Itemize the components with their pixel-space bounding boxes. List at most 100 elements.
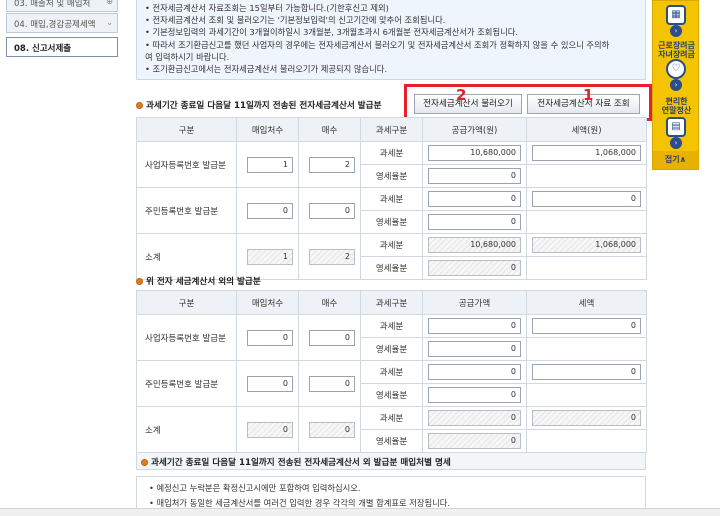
- zero-rate-label: 영세율분: [360, 210, 423, 234]
- supply-amount-input[interactable]: 0: [428, 318, 521, 334]
- column-header: 매입처수: [236, 290, 299, 315]
- heart-icon[interactable]: ♡: [666, 59, 686, 79]
- left-navigation: 03. 매출처 및 매입처 ⊕ 04. 매입,경감공제세액 ⌄ 08. 신고서제…: [0, 0, 124, 516]
- notice-line: 전자세금계산서 자료조회는 15일부터 가능합니다.(기한후신고 제외): [145, 2, 645, 14]
- bullet-icon: [141, 459, 148, 466]
- supply-amount-input[interactable]: 10,680,000: [428, 145, 521, 161]
- notice-line: 따라서 조기환급신고를 했던 사업자의 경우에는 전자세금계산서 불러오기 및 …: [145, 39, 645, 51]
- tax-amount-input[interactable]: 0: [532, 364, 641, 380]
- nav-item-label: 08. 신고서제출: [14, 44, 72, 54]
- nav-item-deduction[interactable]: 04. 매입,경감공제세액 ⌄: [6, 13, 118, 33]
- nav-item-label: 04. 매입,경감공제세액: [14, 20, 96, 30]
- table-row: 사업자등록번호 발급분 1 2 과세분 10,680,000 1,068,000: [136, 141, 647, 188]
- notice-line: 전자세금계산서 조회 및 불러오기는 '기본정보입력'의 신고기간에 맞추어 조…: [145, 14, 645, 26]
- fold-button[interactable]: 접기∧: [653, 151, 698, 169]
- table-row: 주민등록번호 발급분 0 0 과세분 0 0: [136, 360, 647, 407]
- column-header: 공급가액: [422, 290, 527, 315]
- load-invoice-button[interactable]: 전자세금계산서 불러오기: [414, 94, 522, 114]
- calculator-icon[interactable]: ▦: [666, 5, 686, 25]
- tax-amount-input[interactable]: 0: [532, 318, 641, 334]
- nav-item-sales-purchase[interactable]: 03. 매출처 및 매입처 ⊕: [6, 0, 118, 12]
- row-label: 사업자등록번호 발급분: [136, 314, 237, 361]
- zero-rate-supply-readonly: 0: [428, 260, 521, 276]
- supply-amount-readonly: 0: [428, 410, 521, 426]
- nav-item-submit[interactable]: 08. 신고서제출: [6, 37, 118, 57]
- zero-rate-supply-input[interactable]: 0: [428, 387, 521, 403]
- sheet-count-input[interactable]: 0: [309, 329, 355, 346]
- chevron-down-icon: ⌄: [106, 18, 113, 27]
- arrow-right-icon[interactable]: ›: [670, 25, 682, 37]
- tax-type-label: 과세분: [360, 406, 423, 430]
- table-row: 주민등록번호 발급분 0 0 과세분 0 0: [136, 187, 647, 234]
- tax-type-label: 과세분: [360, 314, 423, 338]
- table-header-row: 구분 매입처수 매수 과세구분 공급가액 세액: [136, 290, 647, 315]
- zero-rate-supply-input[interactable]: 0: [428, 168, 521, 184]
- notice-line: 여 입력하시기 바랍니다.: [145, 51, 230, 62]
- electronic-invoice-table: 구분 매입처수 매수 과세구분 공급가액(원) 세액(원) 사업자등록번호 발급…: [136, 117, 647, 280]
- document-icon[interactable]: ▤: [666, 117, 686, 137]
- supply-amount-input[interactable]: 0: [428, 191, 521, 207]
- tax-type-label: 과세분: [360, 233, 423, 257]
- table-header-row: 구분 매입처수 매수 과세구분 공급가액(원) 세액(원): [136, 117, 647, 142]
- purchaser-count-readonly: 0: [247, 421, 293, 438]
- supply-amount-input[interactable]: 0: [428, 364, 521, 380]
- column-header: 공급가액(원): [422, 117, 527, 142]
- section-title-purchaser-details: 과세기간 종료일 다음달 11일까지 전송된 전자세금계산서 외 발급분 매입처…: [136, 452, 646, 470]
- sheet-count-readonly: 2: [309, 248, 355, 265]
- notice-line: 기본정보입력의 과세기간이 3개월이하일시 3개월분, 3개월초과시 6개월분 …: [145, 26, 645, 38]
- bullet-icon: [136, 102, 143, 109]
- zero-rate-supply-input[interactable]: 0: [428, 214, 521, 230]
- zero-rate-label: 영세율분: [360, 164, 423, 188]
- settlement-label-2[interactable]: 연말정산: [653, 106, 700, 115]
- sheet-count-input[interactable]: 2: [309, 156, 355, 173]
- tax-amount-readonly: 1,068,000: [532, 237, 641, 253]
- settlement-label-1[interactable]: 편리한: [653, 97, 700, 106]
- zero-rate-label: 영세율분: [360, 429, 423, 453]
- sheet-count-input[interactable]: 0: [309, 202, 355, 219]
- purchaser-count-input[interactable]: 0: [247, 202, 293, 219]
- tax-amount-input[interactable]: 1,068,000: [532, 145, 641, 161]
- tax-type-label: 과세분: [360, 141, 423, 165]
- arrow-right-icon[interactable]: ›: [670, 79, 682, 91]
- zero-rate-supply-readonly: 0: [428, 433, 521, 449]
- purchaser-count-input[interactable]: 0: [247, 375, 293, 392]
- table-row: 사업자등록번호 발급분 0 0 과세분 0 0: [136, 314, 647, 361]
- tax-type-label: 과세분: [360, 187, 423, 211]
- sheet-count-readonly: 0: [309, 421, 355, 438]
- row-label: 소계: [136, 406, 237, 453]
- annotation-number-2: 2: [456, 86, 467, 104]
- section-title-text: 과세기간 종료일 다음달 11일까지 전송된 전자세금계산서 외 발급분 매입처…: [151, 458, 451, 468]
- tax-amount-input[interactable]: 0: [532, 191, 641, 207]
- nav-item-label: 03. 매출처 및 매입처: [14, 0, 91, 9]
- row-label: 사업자등록번호 발급분: [136, 141, 237, 188]
- section-title-text: 과세기간 종료일 다음달 11일까지 전송된 전자세금계산서 발급분: [146, 101, 382, 111]
- right-quick-panel: ▦ › 근로장려금 자녀장려금 ♡ › 편리한 연말정산 ▤ › 접기∧: [652, 0, 699, 170]
- refund-link-label[interactable]: 근로장려금 자녀장려금: [653, 41, 700, 59]
- table-row: 소계 1 2 과세분 10,680,000 1,068,000: [136, 233, 647, 280]
- bullet-icon: [136, 278, 143, 285]
- column-header: 매수: [298, 117, 361, 142]
- column-header: 구분: [136, 290, 237, 315]
- zero-rate-label: 영세율분: [360, 383, 423, 407]
- section-title-text: 위 전자 세금계산서 외의 발급분: [146, 277, 261, 287]
- sheet-count-input[interactable]: 0: [309, 375, 355, 392]
- row-label: 주민등록번호 발급분: [136, 360, 237, 407]
- arrow-right-icon[interactable]: ›: [670, 137, 682, 149]
- section-title-electronic-invoice: 과세기간 종료일 다음달 11일까지 전송된 전자세금계산서 발급분: [136, 99, 381, 111]
- column-header: 구분: [136, 117, 237, 142]
- column-header: 세액(원): [526, 117, 647, 142]
- purchaser-count-input[interactable]: 0: [247, 329, 293, 346]
- notice-line: 조기환급신고에서는 전자세금계산서 불러오기가 제공되지 않습니다.: [145, 63, 645, 75]
- column-header: 과세구분: [360, 117, 423, 142]
- table-row: 소계 0 0 과세분 0 0: [136, 406, 647, 453]
- other-invoice-table: 구분 매입처수 매수 과세구분 공급가액 세액 사업자등록번호 발급분 0 0 …: [136, 290, 647, 453]
- notice-box: 전자세금계산서 자료조회는 15일부터 가능합니다.(기한후신고 제외) 전자세…: [136, 0, 646, 80]
- column-header: 세액: [526, 290, 647, 315]
- chevron-down-icon: ⊕: [106, 0, 113, 6]
- zero-rate-label: 영세율분: [360, 337, 423, 361]
- purchaser-count-input[interactable]: 1: [247, 156, 293, 173]
- horizontal-scrollbar[interactable]: [0, 508, 720, 516]
- tax-type-label: 과세분: [360, 360, 423, 384]
- zero-rate-supply-input[interactable]: 0: [428, 341, 521, 357]
- row-label: 주민등록번호 발급분: [136, 187, 237, 234]
